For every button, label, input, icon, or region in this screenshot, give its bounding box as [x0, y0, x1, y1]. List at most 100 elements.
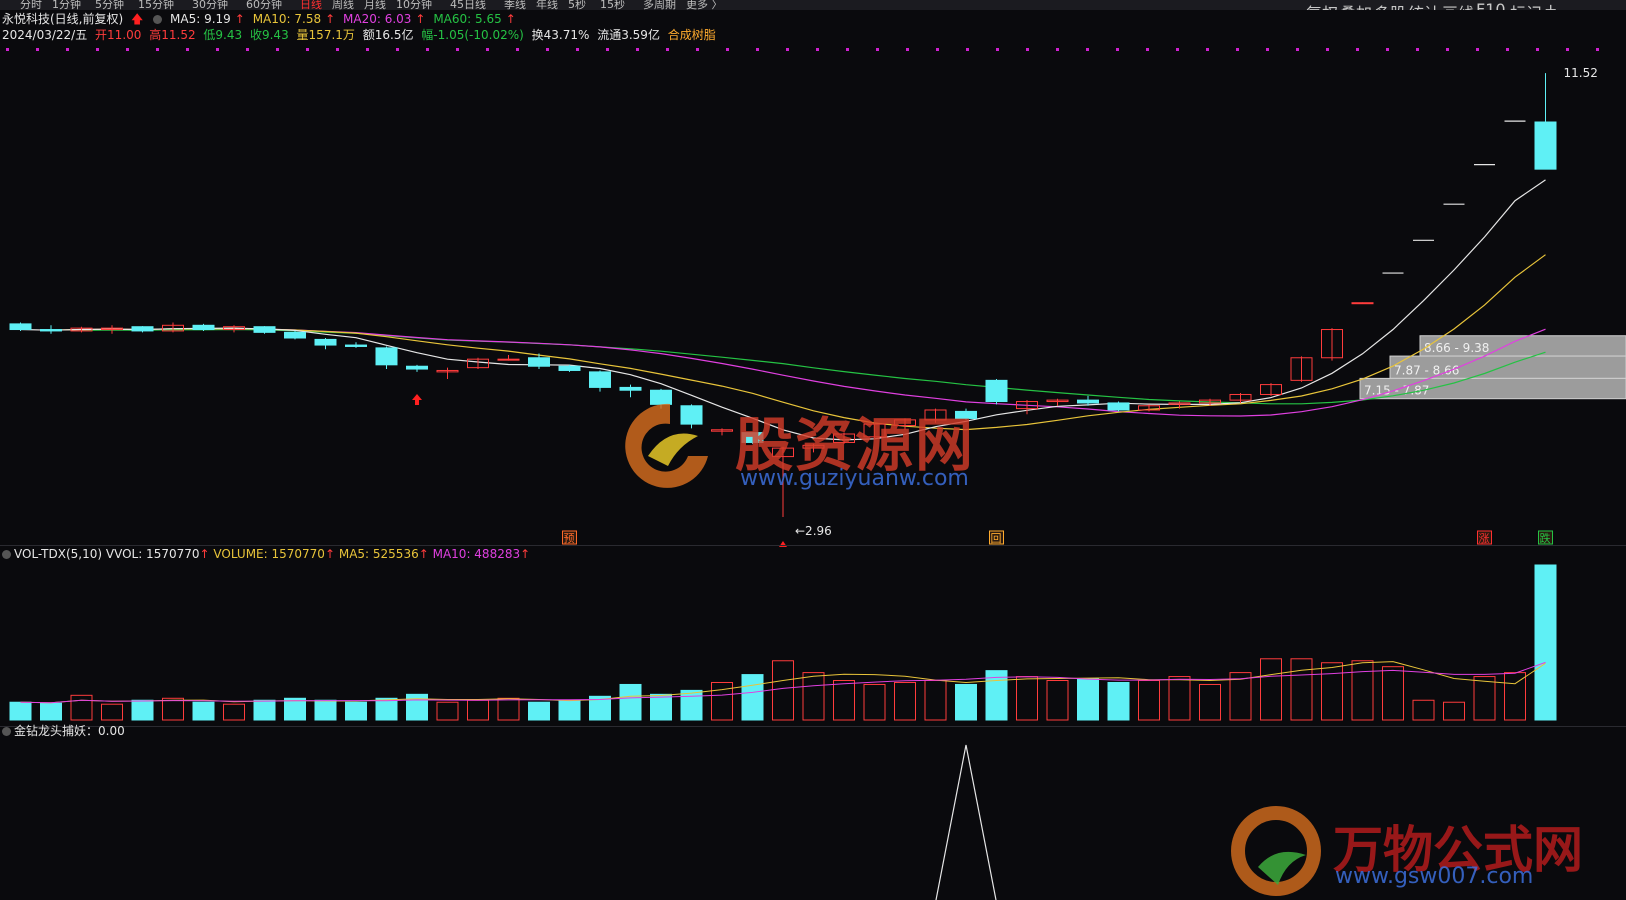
top-marker-dot [396, 48, 399, 51]
top-marker-dot [306, 48, 309, 51]
top-marker-dot [756, 48, 759, 51]
top-marker-dot [876, 48, 879, 51]
volume-bar [1077, 678, 1099, 721]
guziyuan-logo-icon [625, 403, 708, 488]
volume-bar [223, 703, 245, 721]
top-marker-dot [1296, 48, 1299, 51]
vol-ma10-up-arrow: ↑ [520, 547, 531, 561]
volume-bar [1473, 676, 1496, 721]
volume-bar [406, 693, 428, 721]
ma60-line [81, 328, 1546, 405]
volume-bar [1321, 662, 1343, 721]
volume-bar [1260, 658, 1282, 721]
top-marker-dot [1506, 48, 1509, 51]
volume-bar [9, 701, 32, 721]
candle-body [497, 358, 520, 361]
top-marker-dot [1026, 48, 1029, 51]
top-marker-dot [1536, 48, 1539, 51]
indicator-dropdown-icon[interactable] [2, 727, 11, 736]
signal-marker-text: 跌 [1540, 531, 1551, 545]
vol-ma5-line [20, 661, 1546, 704]
top-marker-dot [1596, 48, 1599, 51]
top-marker-dot [66, 48, 69, 51]
vol-ma5-up-arrow: ↑ [418, 547, 429, 561]
candle-body [1107, 402, 1130, 411]
top-marker-dot [1566, 48, 1569, 51]
volume-bar [40, 702, 62, 721]
top-marker-dot [576, 48, 579, 51]
top-marker-dot [426, 48, 429, 51]
volume-bar [192, 701, 215, 721]
top-marker-dot [1086, 48, 1089, 51]
volume-bar [375, 697, 398, 721]
volume-bar [284, 697, 306, 721]
top-marker-dot [906, 48, 909, 51]
top-marker-dot [336, 48, 339, 51]
volume-value-label: VOLUME: 1570770 [213, 547, 325, 561]
top-marker-dot [666, 48, 669, 51]
candle-body [406, 365, 428, 370]
top-marker-dot [1386, 48, 1389, 51]
top-marker-dot [726, 48, 729, 51]
volume-bar [1443, 701, 1465, 721]
vvol-label: VVOL: 1570770 [105, 547, 200, 561]
volume-bar [680, 689, 703, 721]
watermark-guziyuan-url: www.guziyuanw.com [740, 466, 969, 491]
volume-dropdown-icon[interactable] [2, 550, 11, 559]
volume-bar [1107, 681, 1130, 721]
volume-bar [467, 699, 489, 721]
top-marker-dot [1476, 48, 1479, 51]
top-marker-dot [1056, 48, 1059, 51]
vol-ma5-label: MA5: 525536 [338, 547, 419, 561]
volume-bar [1138, 680, 1160, 721]
volume-bar [955, 683, 977, 721]
indicator-panel-title: 金钻龙头捕妖：0.00 [0, 724, 125, 739]
candle-body [528, 357, 550, 367]
volume-bar [1351, 660, 1374, 721]
candle-body [558, 365, 581, 371]
candle-body [9, 323, 32, 331]
panel-divider-2 [0, 726, 1626, 727]
volume-bar [772, 660, 794, 721]
top-marker-dot [1446, 48, 1449, 51]
indicator-name[interactable]: 金钻龙头捕妖：0.00 [14, 724, 125, 738]
volume-bar [802, 672, 825, 721]
top-marker-dot [6, 48, 9, 51]
low-arrow-icon [779, 541, 787, 548]
wanwu-logo-icon [1231, 806, 1321, 896]
top-marker-dot [546, 48, 549, 51]
candle-body [1534, 121, 1557, 170]
volume-bar [1199, 683, 1221, 721]
top-marker-dot [816, 48, 819, 51]
watermark-wanwu-url: www.gsw007.com [1335, 864, 1534, 889]
top-marker-dot [1356, 48, 1359, 51]
signal-marker-text: 涨 [1479, 532, 1490, 545]
candle-body [619, 386, 642, 391]
volume-bar [253, 699, 276, 721]
candle-body [314, 338, 337, 346]
top-marker-dot [1176, 48, 1179, 51]
volume-bar [1534, 564, 1557, 721]
top-marker-dot [996, 48, 999, 51]
top-marker-dot [1206, 48, 1209, 51]
buy-arrow-icon [412, 394, 422, 405]
top-marker-dot [1146, 48, 1149, 51]
candle-body [985, 379, 1008, 403]
volume-bar [1504, 672, 1526, 721]
volume-bar [741, 674, 764, 721]
top-marker-dot [516, 48, 519, 51]
volume-bar [1382, 666, 1404, 721]
vol-indicator-name[interactable]: VOL-TDX(5,10) [14, 547, 102, 561]
top-marker-dot [936, 48, 939, 51]
top-marker-dot [696, 48, 699, 51]
volume-bar [101, 703, 123, 721]
volume-bar [1412, 699, 1435, 721]
top-marker-dot [246, 48, 249, 51]
candle-body [1077, 399, 1099, 404]
volume-bar [863, 683, 886, 721]
candle-body [375, 347, 398, 366]
top-marker-dot [156, 48, 159, 51]
volume-bar [162, 697, 184, 721]
candle-body [131, 326, 154, 332]
top-marker-dot [966, 48, 969, 51]
